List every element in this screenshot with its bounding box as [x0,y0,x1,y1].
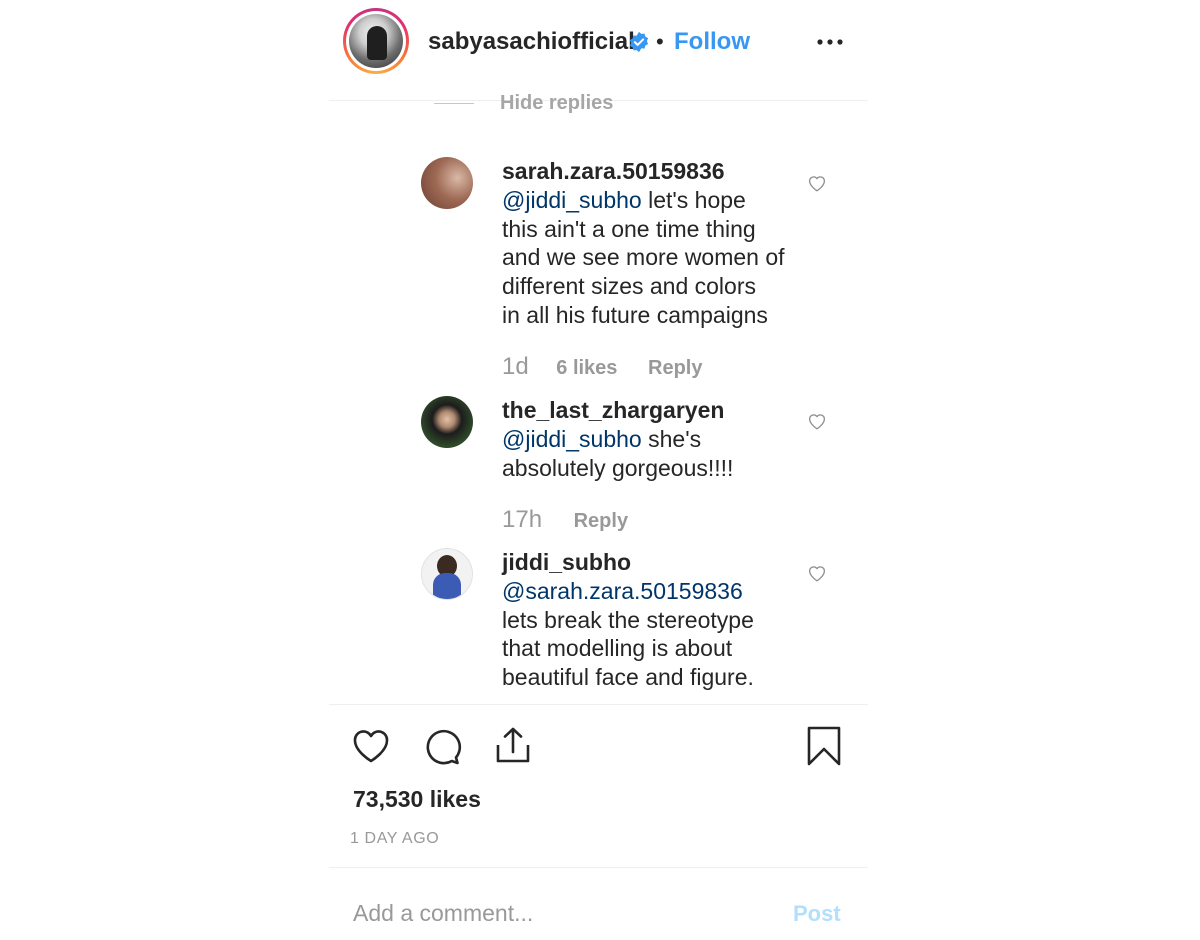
comment-mention[interactable]: @jiddi_subho [502,426,642,452]
comment-line: that modelling is about [502,635,733,662]
post-panel: sabyasachiofficial • Follow Hide replies… [329,0,868,940]
profile-username[interactable]: sabyasachiofficial [428,28,635,56]
profile-avatar[interactable] [343,8,409,74]
comment-line: different sizes and colors [502,273,756,300]
comment-mention[interactable]: @sarah.zara.50159836 [502,578,743,604]
hide-replies-line [434,103,474,104]
comment-body: the_last_zhargaryen @jiddi_subho she's a… [502,396,792,482]
heart-icon[interactable] [351,727,391,767]
comment-line: lets break the stereotype [502,606,754,633]
composer-divider [329,867,868,868]
section-divider [329,704,868,705]
comment-body: sarah.zara.50159836 @jiddi_subho let's h… [502,157,792,330]
more-horizontal-icon[interactable] [815,30,845,54]
follow-button[interactable]: Follow [674,28,750,56]
commenter-avatar[interactable] [421,396,473,448]
comment-icon[interactable] [422,727,462,767]
reply-button[interactable]: Reply [648,357,702,379]
comment-username[interactable]: sarah.zara.50159836 [502,158,725,184]
reply-button[interactable]: Reply [574,510,628,532]
share-icon[interactable] [493,725,533,765]
post-likes-count[interactable]: 73,530 likes [353,786,481,813]
comment-line: absolutely gorgeous!!!! [502,454,734,481]
comment-line: she's [648,425,702,452]
comment-meta: 1d 6 likes Reply [502,353,702,381]
comment-meta: 17h Reply [502,506,628,534]
comment-line: and we see more women of [502,244,785,271]
comment-like-icon[interactable] [807,412,827,430]
comment-line: this ain't a one time thing [502,215,756,242]
comment-username[interactable]: the_last_zhargaryen [502,397,724,423]
commenter-avatar[interactable] [421,548,473,600]
comment-username[interactable]: jiddi_subho [502,549,631,575]
comment-time: 17h [502,506,543,533]
post-timestamp: 1 day ago [350,830,440,847]
post-comment-button[interactable]: Post [793,901,841,927]
comment-like-icon[interactable] [807,564,827,582]
comment-time: 1d [502,353,529,380]
comment-body: jiddi_subho @sarah.zara.50159836 lets br… [502,548,792,692]
separator-dot: • [656,29,664,54]
commenter-avatar[interactable] [421,157,473,209]
comment-mention[interactable]: @jiddi_subho [502,187,642,213]
comment-line: let's hope [648,186,746,213]
comment-likes[interactable]: 6 likes [556,357,617,379]
add-comment-input[interactable] [353,898,773,928]
bookmark-icon[interactable] [804,726,844,766]
avatar-photo [349,14,403,68]
verified-badge-icon [629,31,649,53]
comment-line: beautiful face and figure. [502,664,754,691]
comment-like-icon[interactable] [807,174,827,192]
comment-line: in all his future campaigns [502,301,768,328]
hide-replies-button[interactable]: Hide replies [500,92,613,115]
post-header: sabyasachiofficial • Follow [329,0,868,101]
